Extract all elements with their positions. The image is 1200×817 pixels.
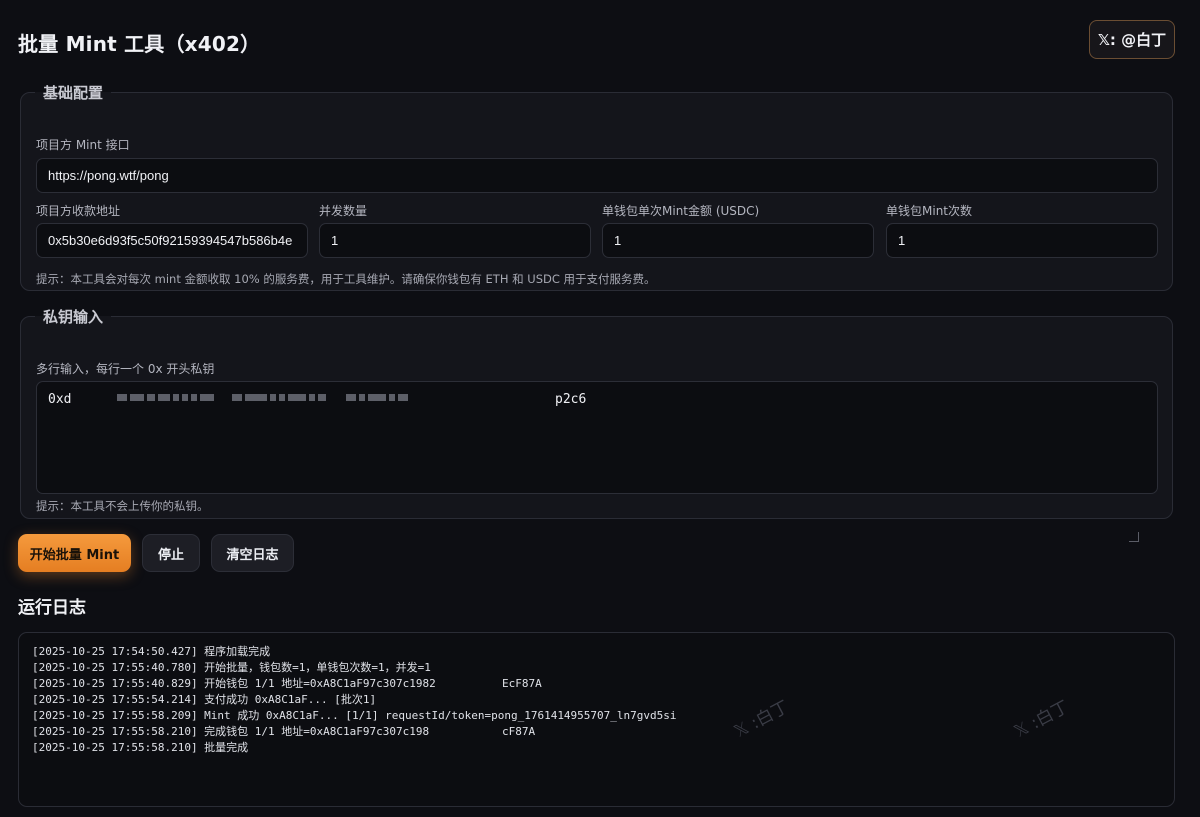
concurrency-input[interactable]	[319, 223, 591, 258]
mint-times-input[interactable]	[886, 223, 1158, 258]
endpoint-label: 项目方 Mint 接口	[36, 138, 130, 152]
textarea-resize-grip[interactable]	[1129, 532, 1139, 542]
private-key-prefix: 0xd	[48, 392, 72, 407]
private-key-suffix: p2c6	[555, 392, 587, 407]
basic-config-legend: 基础配置	[43, 84, 104, 102]
log-panel: [2025-10-25 17:54:50.427] 程序加载完成 [2025-1…	[18, 632, 1175, 807]
private-key-textarea[interactable]: 0xd p2c6	[36, 381, 1158, 542]
log-line: [2025-10-25 17:55:40.780] 开始批量，钱包数=1，单钱包…	[32, 661, 431, 674]
amount-label: 单钱包单次Mint金额 (USDC)	[602, 204, 760, 218]
log-line: [2025-10-25 17:55:58.210] 批量完成	[32, 741, 249, 754]
x-profile-button[interactable]: 𝕏: @白丁	[1089, 20, 1175, 59]
clear-log-button[interactable]: 清空日志	[211, 534, 294, 572]
basic-config-panel: 基础配置 项目方 Mint 接口 项目方收款地址 并发数量 单钱包单次Mint金…	[20, 82, 1173, 291]
private-key-panel: 私钥输入 多行输入，每行一个 0x 开头私钥 0xd p2c6 提示：本工具不会…	[20, 306, 1173, 542]
fee-hint: 提示：本工具会对每次 mint 金额收取 10% 的服务费，用于工具维护。请确保…	[36, 272, 656, 286]
log-line: [2025-10-25 17:55:58.209] Mint 成功 0xA8C1…	[32, 709, 677, 722]
address-input[interactable]	[36, 223, 308, 258]
page-title: 批量 Mint 工具（x402）	[18, 32, 261, 56]
private-key-legend: 私钥输入	[43, 308, 104, 326]
log-line: [2025-10-25 17:55:58.210] 完成钱包 1/1 地址=0x…	[32, 725, 536, 738]
log-line: [2025-10-25 17:55:54.214] 支付成功 0xA8C1aF.…	[32, 693, 377, 706]
private-key-label: 多行输入，每行一个 0x 开头私钥	[36, 362, 215, 376]
log-line: [2025-10-25 17:54:50.427] 程序加载完成	[32, 645, 271, 658]
stop-button[interactable]: 停止	[142, 534, 200, 572]
mint-times-label: 单钱包Mint次数	[886, 204, 972, 218]
private-key-hint: 提示：本工具不会上传你的私钥。	[36, 499, 209, 513]
log-line: [2025-10-25 17:55:40.829] 开始钱包 1/1 地址=0x…	[32, 677, 542, 690]
amount-input[interactable]	[602, 223, 874, 258]
address-label: 项目方收款地址	[36, 204, 121, 218]
endpoint-input[interactable]	[36, 158, 1158, 193]
start-mint-button[interactable]: 开始批量 Mint	[18, 534, 131, 572]
concurrency-label: 并发数量	[319, 204, 368, 218]
redacted-key-blur	[117, 391, 577, 403]
log-title: 运行日志	[18, 598, 86, 618]
